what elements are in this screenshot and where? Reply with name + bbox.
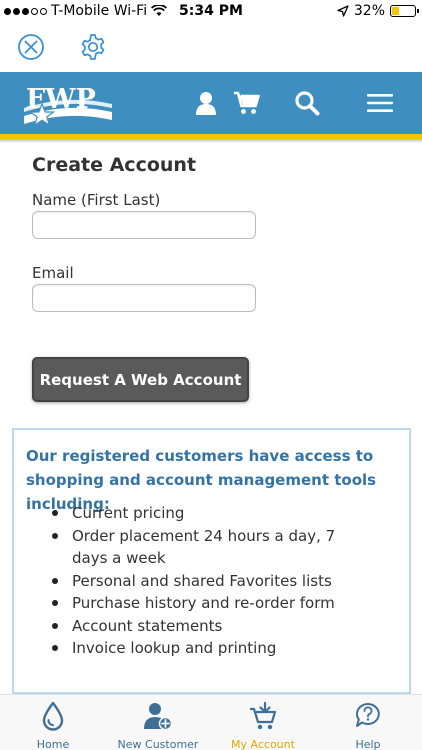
- app-toolbar: [0, 24, 422, 70]
- email-label: Email: [32, 264, 74, 282]
- account-icon[interactable]: [195, 90, 217, 116]
- close-icon[interactable]: [16, 32, 46, 62]
- name-label: Name (First Last): [32, 191, 161, 209]
- tab-my-account-label: My Account: [231, 738, 295, 750]
- email-field[interactable]: [32, 284, 256, 312]
- status-bar: T-Mobile Wi-Fi 5:34 PM 32%: [0, 0, 422, 24]
- tab-help-label: Help: [355, 738, 381, 750]
- search-icon[interactable]: [294, 90, 320, 116]
- tab-help[interactable]: Help: [318, 695, 418, 750]
- tab-bar: Home New Customer My Account Help: [0, 694, 422, 750]
- tab-my-account[interactable]: My Account: [213, 695, 313, 750]
- logo-text: FWP: [26, 84, 96, 115]
- header-shadow: [0, 139, 422, 143]
- list-item: Current pricing: [52, 502, 372, 525]
- list-item: Order placement 24 hours a day, 7 days a…: [52, 525, 372, 570]
- battery-icon: [390, 5, 419, 17]
- benefits-box: Our registered customers have access to …: [12, 428, 411, 694]
- page-title: Create Account: [32, 154, 197, 176]
- list-item: Account statements: [52, 615, 372, 638]
- request-web-account-button[interactable]: Request A Web Account: [32, 357, 249, 402]
- list-item: Personal and shared Favorites lists: [52, 570, 372, 593]
- name-field[interactable]: [32, 211, 256, 239]
- tab-home-label: Home: [36, 738, 70, 750]
- list-item: Invoice lookup and printing: [52, 637, 372, 660]
- tab-home[interactable]: Home: [3, 695, 103, 750]
- fwp-logo[interactable]: FWP: [22, 82, 114, 130]
- gear-icon[interactable]: [78, 32, 108, 62]
- tab-new-customer[interactable]: New Customer: [108, 695, 208, 750]
- cart-add-icon: [250, 701, 277, 730]
- benefits-list: Current pricing Order placement 24 hours…: [52, 502, 372, 660]
- menu-icon[interactable]: [366, 90, 394, 116]
- battery-level: [392, 7, 400, 15]
- list-item: Purchase history and re-order form: [52, 592, 372, 615]
- site-header: FWP: [0, 72, 422, 136]
- location-arrow-icon: [337, 5, 349, 17]
- cart-icon[interactable]: [233, 90, 261, 116]
- help-bubble-icon: [356, 702, 380, 727]
- add-user-icon: [144, 703, 173, 731]
- drop-icon: [42, 701, 64, 731]
- tab-new-customer-label: New Customer: [117, 738, 199, 750]
- battery-percent: 32%: [353, 3, 385, 19]
- status-right: 32%: [337, 3, 419, 19]
